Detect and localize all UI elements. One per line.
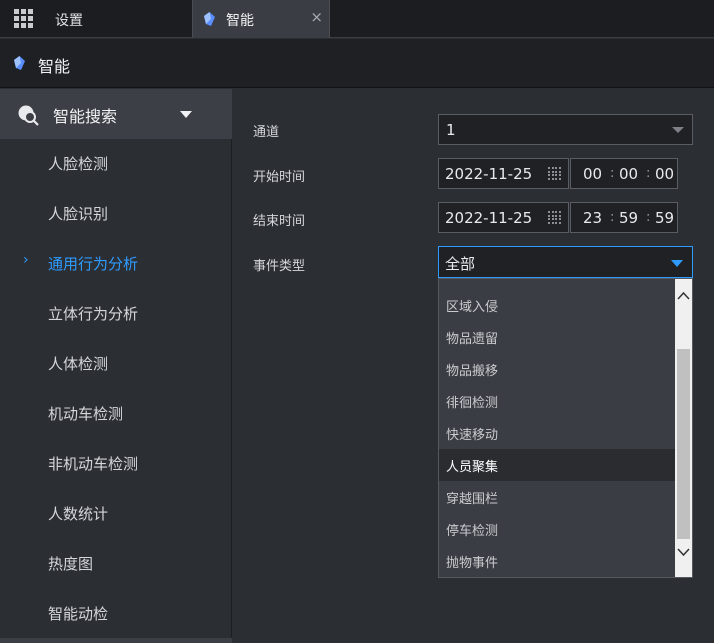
sidebar-item-label: 人脸识别: [48, 205, 109, 223]
smart-search-icon: [18, 105, 39, 126]
sidebar-item-stereo-behavior[interactable]: 立体行为分析: [0, 289, 232, 339]
dropdown-option-label: 抛物事件: [446, 556, 499, 571]
close-tab-icon[interactable]: ×: [310, 8, 323, 26]
sidebar-item-people-counting[interactable]: 人数统计: [0, 489, 232, 539]
dropdown-scrollbar[interactable]: [675, 279, 692, 577]
time-separator: :: [646, 210, 651, 225]
end-date-value: 2022-11-25: [445, 209, 533, 227]
event-type-label: 事件类型: [253, 259, 306, 274]
dropdown-option-label: 快速移动: [446, 428, 499, 443]
sidebar-item-label: 机动车检测: [48, 405, 124, 423]
end-time-input[interactable]: 23 : 59 : 59: [570, 202, 678, 233]
tab-bar: 设置 智能 ×: [0, 0, 714, 38]
dropdown-option-label: 物品搬移: [446, 364, 499, 379]
event-type-select[interactable]: 全部: [438, 246, 693, 278]
time-separator: :: [610, 166, 615, 181]
sidebar-item-vehicle-detection[interactable]: 机动车检测: [0, 389, 232, 439]
sidebar-item-label: 热度图: [48, 555, 94, 573]
sidebar-item-human-detection[interactable]: 人体检测: [0, 339, 232, 389]
caret-down-icon: [180, 111, 192, 118]
sidebar-item-label: 立体行为分析: [48, 305, 139, 323]
dropdown-option-label: 区域入侵: [446, 300, 499, 315]
scrollbar-thumb[interactable]: [677, 349, 690, 539]
dropdown-option-label: 人员聚集: [446, 460, 499, 475]
calendar-icon[interactable]: [548, 211, 561, 224]
sidebar-item-face-detection[interactable]: 人脸检测: [0, 139, 232, 189]
end-time-label: 结束时间: [253, 214, 306, 229]
tab-settings[interactable]: 设置: [55, 10, 83, 30]
sidebar: 智能搜索 人脸检测 人脸识别 › 通用行为分析 立体行为分析 人体检测 机动车检…: [0, 89, 232, 643]
dropdown-option[interactable]: 区域入侵: [439, 289, 675, 321]
sidebar-item-general-behavior[interactable]: › 通用行为分析: [0, 239, 232, 289]
sidebar-item-smart-motion[interactable]: 智能动检: [0, 589, 232, 639]
dropdown-option[interactable]: 快速移动: [439, 417, 675, 449]
gem-icon: [14, 56, 25, 70]
gem-icon: [204, 12, 215, 26]
scroll-down-icon[interactable]: [675, 543, 692, 561]
start-date-input[interactable]: 2022-11-25: [438, 158, 569, 189]
time-separator: :: [610, 210, 615, 225]
start-minute[interactable]: 00: [619, 165, 638, 183]
chevron-right-icon: ›: [23, 252, 29, 268]
dropdown-option-label: 徘徊检测: [446, 396, 499, 411]
dropdown-option[interactable]: 徘徊检测: [439, 385, 675, 417]
start-time-label: 开始时间: [253, 170, 306, 185]
sidebar-item-label: 人数统计: [48, 505, 109, 523]
dropdown-option-hovered[interactable]: 人员聚集: [439, 449, 675, 481]
event-type-value: 全部: [445, 255, 476, 273]
tab-smart-label: 智能: [226, 13, 254, 29]
dropdown-option-label: 穿越围栏: [446, 492, 499, 507]
sidebar-item-non-motor-detection[interactable]: 非机动车检测: [0, 439, 232, 489]
dropdown-option[interactable]: 停车检测: [439, 513, 675, 545]
sidebar-item-face-recognition[interactable]: 人脸识别: [0, 189, 232, 239]
time-separator: :: [646, 166, 651, 181]
sidebar-section-smart-search[interactable]: 智能搜索: [0, 89, 232, 139]
sidebar-next-section[interactable]: [0, 638, 232, 643]
chevron-down-icon: [672, 127, 684, 133]
dropdown-option[interactable]: 物品搬移: [439, 353, 675, 385]
grid-apps-icon[interactable]: [14, 9, 34, 29]
start-hour[interactable]: 00: [583, 165, 602, 183]
page-header: 智能: [0, 39, 714, 88]
end-date-input[interactable]: 2022-11-25: [438, 202, 569, 233]
sidebar-section-label: 智能搜索: [53, 107, 118, 126]
channel-label: 通道: [253, 125, 280, 140]
sidebar-item-label: 人体检测: [48, 355, 109, 373]
event-type-dropdown: 区域入侵 物品遗留 物品搬移 徘徊检测 快速移动 人员聚集 穿越围栏 停车检测 …: [438, 278, 693, 578]
sidebar-item-heatmap[interactable]: 热度图: [0, 539, 232, 589]
dropdown-option-label: 物品遗留: [446, 332, 499, 347]
end-second[interactable]: 59: [655, 209, 674, 227]
dropdown-option-label: 停车检测: [446, 524, 499, 539]
end-hour[interactable]: 23: [583, 209, 602, 227]
start-date-value: 2022-11-25: [445, 165, 533, 183]
channel-value: 1: [446, 121, 456, 139]
calendar-icon[interactable]: [548, 167, 561, 180]
sidebar-item-label: 通用行为分析: [48, 255, 139, 273]
page-title: 智能: [38, 57, 71, 76]
start-time-input[interactable]: 00 : 00 : 00: [570, 158, 678, 189]
chevron-down-icon: [671, 260, 683, 267]
end-minute[interactable]: 59: [619, 209, 638, 227]
tab-smart[interactable]: 智能 ×: [192, 0, 330, 38]
sidebar-item-label: 非机动车检测: [48, 455, 139, 473]
sidebar-item-label: 智能动检: [48, 605, 109, 623]
dropdown-option[interactable]: 穿越围栏: [439, 481, 675, 513]
start-second[interactable]: 00: [655, 165, 674, 183]
scroll-up-icon[interactable]: [675, 287, 692, 305]
channel-select[interactable]: 1: [438, 114, 693, 145]
dropdown-option[interactable]: 抛物事件: [439, 545, 675, 577]
sidebar-item-label: 人脸检测: [48, 155, 109, 173]
dropdown-option[interactable]: 物品遗留: [439, 321, 675, 353]
